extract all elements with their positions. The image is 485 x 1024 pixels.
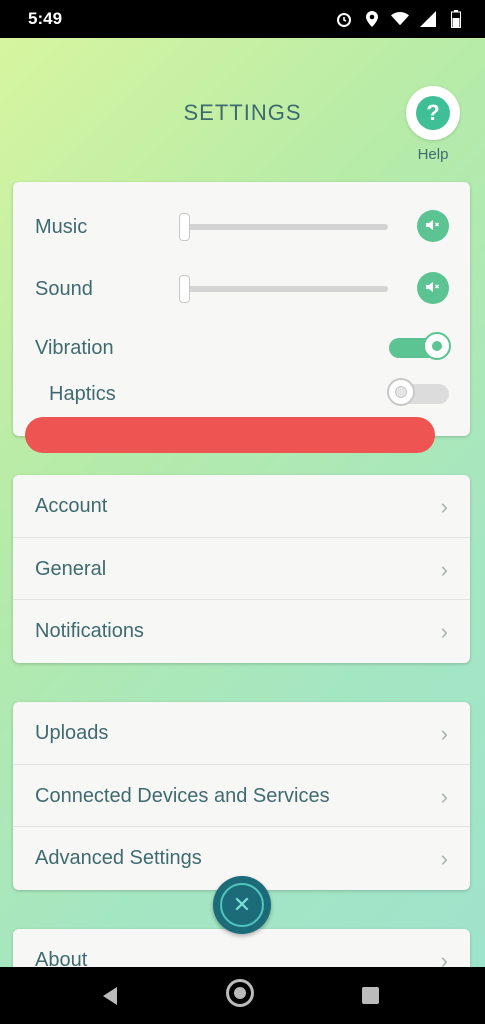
chevron-right-icon: › xyxy=(440,948,448,967)
home-icon[interactable] xyxy=(226,979,254,1007)
location-icon xyxy=(363,10,381,28)
speaker-muted-icon xyxy=(425,280,441,297)
music-mute-button[interactable] xyxy=(417,210,449,242)
wifi-icon xyxy=(391,10,409,28)
question-icon: ? xyxy=(416,96,450,130)
menu-card-services: Uploads › Connected Devices and Services ›… xyxy=(13,702,470,890)
status-bar: 5:49 xyxy=(0,0,485,38)
signal-icon xyxy=(419,10,437,28)
settings-screen: SETTINGS ? Help Music Sound Vibration Ha… xyxy=(0,38,485,967)
chevron-right-icon: › xyxy=(440,557,448,582)
music-slider-thumb[interactable] xyxy=(179,213,190,241)
menu-item-about[interactable]: About › xyxy=(13,929,470,967)
menu-card-account: Account › General › Notifications › xyxy=(13,475,470,663)
status-time: 5:49 xyxy=(28,9,63,28)
vibration-toggle[interactable] xyxy=(389,332,451,360)
sound-slider-thumb[interactable] xyxy=(179,275,190,303)
help-button[interactable]: ? Help xyxy=(405,86,461,163)
redaction-mark xyxy=(25,417,435,453)
haptics-label: Haptics xyxy=(49,383,116,405)
speaker-muted-icon xyxy=(425,218,441,235)
sound-label: Sound xyxy=(35,278,93,300)
sound-slider[interactable] xyxy=(179,275,388,303)
sound-settings-card: Music Sound Vibration Haptics xyxy=(13,182,470,436)
chevron-right-icon: › xyxy=(440,721,448,746)
menu-item-general[interactable]: General › xyxy=(13,537,470,600)
menu-item-connected-devices[interactable]: Connected Devices and Services › xyxy=(13,764,470,827)
music-slider[interactable] xyxy=(179,213,388,241)
help-label: Help xyxy=(417,146,449,163)
chevron-right-icon: › xyxy=(440,619,448,644)
back-icon[interactable] xyxy=(103,987,117,1005)
menu-card-about: About › xyxy=(13,929,470,967)
close-button[interactable]: ✕ xyxy=(213,876,271,934)
sound-mute-button[interactable] xyxy=(417,272,449,304)
alarm-icon xyxy=(335,10,353,28)
menu-item-uploads[interactable]: Uploads › xyxy=(13,702,470,764)
haptics-toggle[interactable] xyxy=(387,378,449,406)
recent-apps-icon[interactable] xyxy=(362,987,379,1004)
music-label: Music xyxy=(35,216,88,238)
chevron-right-icon: › xyxy=(440,846,448,871)
system-nav-bar xyxy=(0,967,485,1024)
chevron-right-icon: › xyxy=(440,784,448,809)
chevron-right-icon: › xyxy=(440,494,448,519)
status-icons xyxy=(335,9,465,29)
menu-item-notifications[interactable]: Notifications › xyxy=(13,599,470,662)
vibration-label: Vibration xyxy=(35,337,114,359)
battery-icon xyxy=(447,10,465,28)
close-icon: ✕ xyxy=(220,883,264,927)
menu-item-account[interactable]: Account › xyxy=(13,475,470,537)
